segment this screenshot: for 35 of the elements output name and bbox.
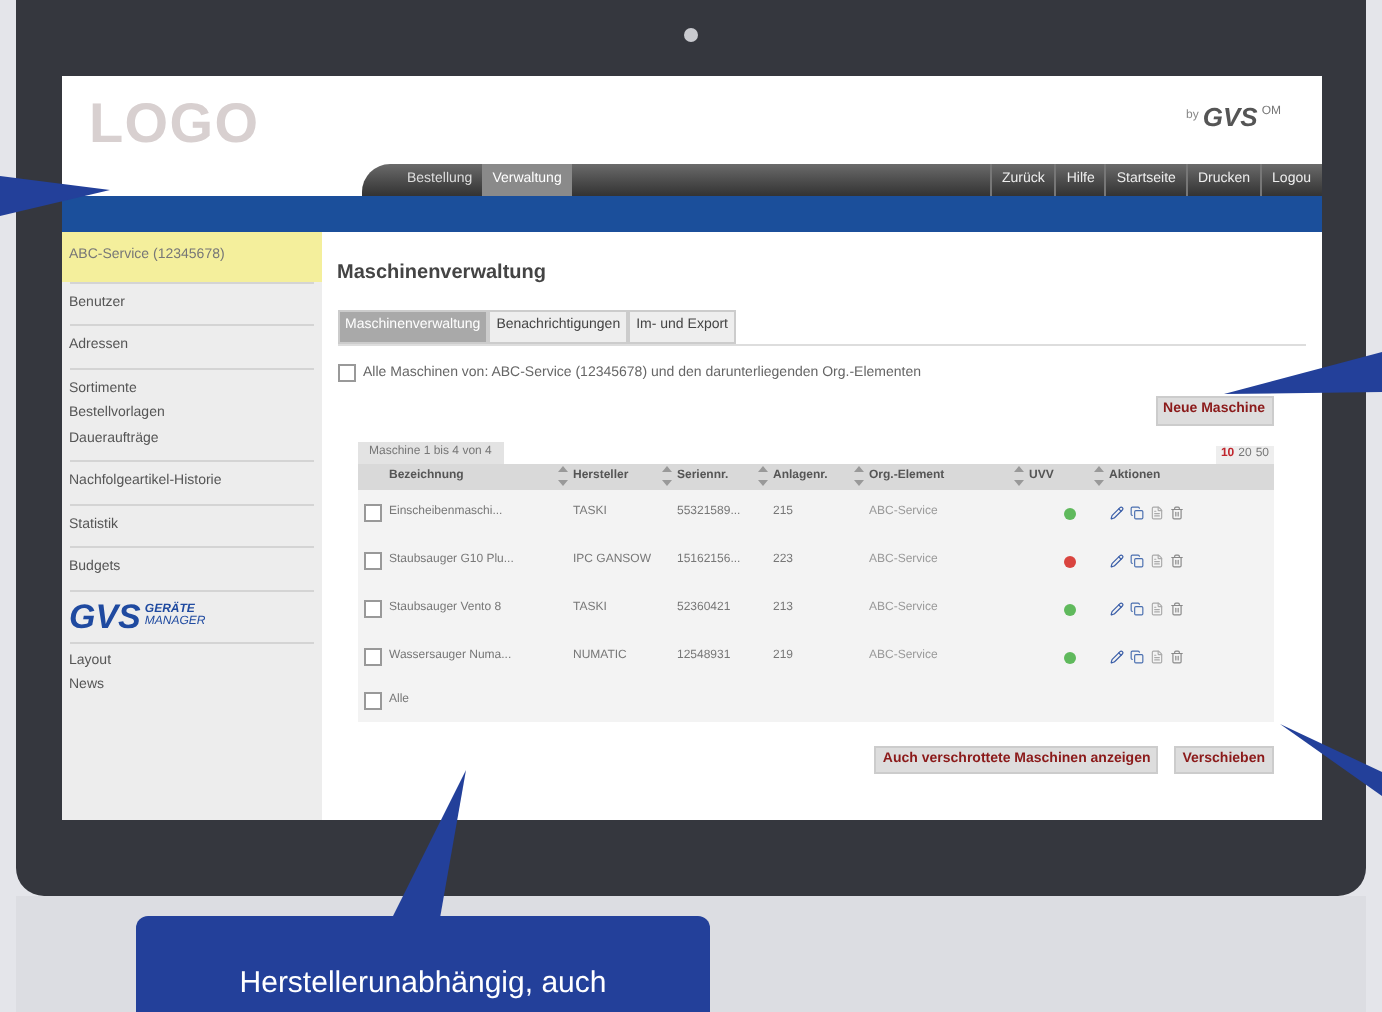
copy-icon[interactable]	[1129, 506, 1143, 520]
brand-logo: GVS	[1202, 104, 1258, 130]
document-icon[interactable]	[1149, 650, 1163, 664]
trash-icon[interactable]	[1169, 506, 1183, 520]
sort-icon[interactable]	[853, 466, 863, 486]
edit-icon[interactable]	[1109, 602, 1123, 616]
edit-icon[interactable]	[1109, 650, 1123, 664]
callout-pointer	[0, 176, 110, 216]
callout-text: Herstellerunabhängig, auch	[239, 968, 607, 1004]
checkbox[interactable]	[364, 504, 382, 522]
copy-icon[interactable]	[1129, 554, 1143, 568]
trash-icon[interactable]	[1169, 554, 1183, 568]
checkbox[interactable]	[364, 692, 382, 710]
copy-icon[interactable]	[1129, 602, 1143, 616]
sort-icon[interactable]	[757, 466, 767, 486]
sort-icon[interactable]	[661, 466, 671, 486]
page-title: Maschinenverwaltung	[337, 260, 548, 288]
document-icon[interactable]	[1149, 602, 1163, 616]
checkbox[interactable]	[337, 364, 355, 383]
product-logo: GVS	[69, 599, 141, 633]
sort-icon[interactable]	[1093, 466, 1103, 486]
document-icon[interactable]	[1149, 554, 1163, 568]
sort-icon[interactable]	[557, 466, 567, 486]
checkbox[interactable]	[364, 552, 382, 570]
callout-pointer	[1280, 724, 1382, 796]
checkbox[interactable]	[364, 648, 382, 666]
trash-icon[interactable]	[1169, 650, 1183, 664]
trash-icon[interactable]	[1169, 602, 1183, 616]
copy-icon[interactable]	[1129, 650, 1143, 664]
document-icon[interactable]	[1149, 506, 1163, 520]
edit-icon[interactable]	[1109, 506, 1123, 520]
sort-icon[interactable]	[1013, 466, 1023, 486]
edit-icon[interactable]	[1109, 554, 1123, 568]
checkbox[interactable]	[364, 600, 382, 618]
camera-icon	[684, 28, 698, 42]
